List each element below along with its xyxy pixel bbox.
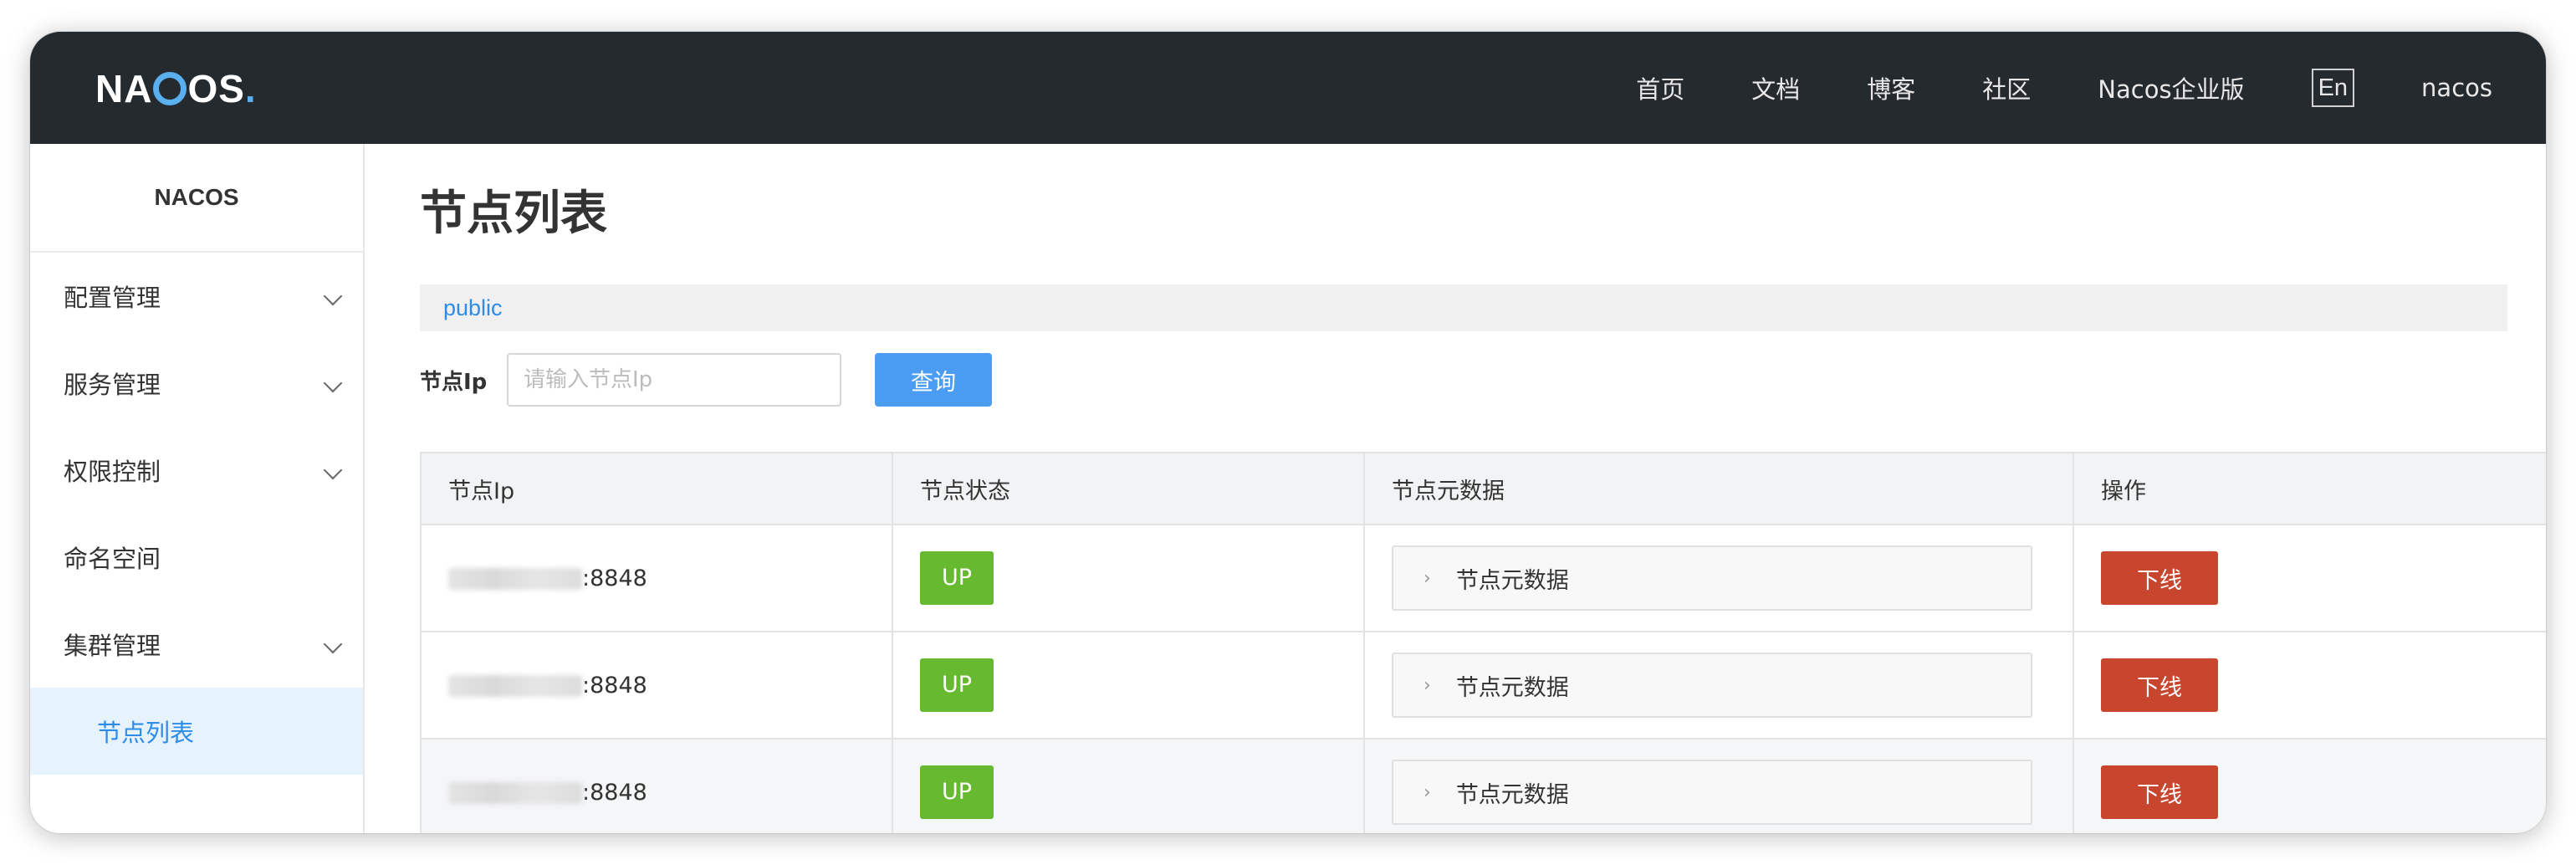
- sidebar-item-label: 命名空间: [64, 545, 161, 573]
- sidebar-item-node-list[interactable]: 节点列表: [30, 688, 363, 775]
- namespace-bar: public: [420, 284, 2507, 331]
- chevron-right-icon: ›: [1423, 781, 1431, 803]
- sidebar-title: NACOS: [30, 144, 363, 253]
- metadata-expander[interactable]: › 节点元数据: [1392, 653, 2032, 718]
- chevron-down-icon: [323, 634, 343, 654]
- metadata-expander[interactable]: › 节点元数据: [1392, 545, 2032, 611]
- nav-blog[interactable]: 博客: [1867, 70, 1915, 105]
- status-badge: UP: [920, 551, 994, 605]
- column-header-ip: 节点Ip: [420, 452, 893, 525]
- offline-button[interactable]: 下线: [2101, 551, 2218, 605]
- node-ip-cell: :8848: [420, 738, 893, 833]
- node-ip-cell: :8848: [420, 524, 893, 632]
- sidebar-item-label: 集群管理: [64, 632, 161, 660]
- table-row: :8848 UP › 节点元数据 下线: [420, 524, 2546, 632]
- metadata-label: 节点元数据: [1455, 674, 1569, 701]
- node-action-cell: 下线: [2073, 631, 2546, 740]
- chevron-right-icon: ›: [1423, 567, 1431, 589]
- sidebar-item-label: 配置管理: [64, 284, 161, 312]
- node-status-cell: UP: [892, 524, 1365, 632]
- sidebar-item-auth[interactable]: 权限控制: [30, 427, 363, 514]
- offline-button[interactable]: 下线: [2101, 658, 2218, 712]
- search-form: 节点Ip 查询: [420, 353, 2507, 407]
- node-action-cell: 下线: [2073, 738, 2546, 833]
- column-header-action: 操作: [2073, 452, 2546, 525]
- status-badge: UP: [920, 658, 994, 712]
- redacted-ip: [448, 568, 582, 590]
- chevron-down-icon: [323, 460, 343, 480]
- node-ip-port: :8848: [582, 672, 647, 699]
- metadata-label: 节点元数据: [1455, 781, 1569, 808]
- status-badge: UP: [920, 765, 994, 819]
- search-label: 节点Ip: [420, 369, 488, 395]
- logo-ring-icon: [153, 72, 187, 105]
- user-menu[interactable]: nacos: [2421, 74, 2492, 102]
- nav-docs[interactable]: 文档: [1751, 70, 1800, 105]
- nav-enterprise[interactable]: Nacos企业版: [2098, 70, 2244, 105]
- sidebar: NACOS 配置管理 服务管理 权限控制 命名空间 集群管理 节点列表: [30, 144, 365, 833]
- node-metadata-cell: › 节点元数据: [1363, 738, 2074, 833]
- sidebar-item-label: 服务管理: [64, 371, 161, 399]
- language-switch-button[interactable]: En: [2311, 69, 2355, 107]
- nacos-logo[interactable]: NA OS.: [95, 64, 257, 114]
- node-ip-port: :8848: [582, 565, 647, 591]
- column-header-metadata: 节点元数据: [1363, 452, 2074, 525]
- search-button[interactable]: 查询: [875, 353, 992, 407]
- offline-button[interactable]: 下线: [2101, 765, 2218, 819]
- node-table: 节点Ip 节点状态 节点元数据 操作 :8848 UP › 节点元数据 下线:…: [420, 452, 2546, 833]
- table-row: :8848 UP › 节点元数据 下线: [420, 738, 2546, 833]
- page-title: 节点列表: [420, 187, 607, 241]
- redacted-ip: [448, 782, 582, 804]
- table-row: :8848 UP › 节点元数据 下线: [420, 631, 2546, 740]
- top-navbar: NA OS. 首页 文档 博客 社区 Nacos企业版 En nacos: [30, 32, 2546, 144]
- table-header-row: 节点Ip 节点状态 节点元数据 操作: [420, 452, 2546, 525]
- node-action-cell: 下线: [2073, 524, 2546, 632]
- node-status-cell: UP: [892, 738, 1365, 833]
- chevron-down-icon: [323, 373, 343, 393]
- sidebar-item-label: 节点列表: [97, 719, 195, 747]
- node-ip-cell: :8848: [420, 631, 893, 740]
- node-ip-search-input[interactable]: [507, 353, 841, 407]
- top-nav: 首页 文档 博客 社区 Nacos企业版 En nacos: [1569, 32, 2492, 144]
- sidebar-item-label: 权限控制: [64, 458, 161, 486]
- node-metadata-cell: › 节点元数据: [1363, 631, 2074, 740]
- nav-home[interactable]: 首页: [1636, 70, 1684, 105]
- sidebar-item-service[interactable]: 服务管理: [30, 340, 363, 427]
- node-status-cell: UP: [892, 631, 1365, 740]
- column-header-status: 节点状态: [892, 452, 1365, 525]
- chevron-right-icon: ›: [1423, 674, 1431, 696]
- nav-community[interactable]: 社区: [1982, 70, 2031, 105]
- main-content: 节点列表 public 节点Ip 查询 节点Ip 节点状态 节点元数据 操作: [420, 144, 2546, 833]
- sidebar-item-config[interactable]: 配置管理: [30, 253, 363, 340]
- chevron-down-icon: [323, 286, 343, 306]
- node-metadata-cell: › 节点元数据: [1363, 524, 2074, 632]
- sidebar-item-cluster[interactable]: 集群管理: [30, 601, 363, 688]
- namespace-link[interactable]: public: [443, 295, 503, 321]
- metadata-expander[interactable]: › 节点元数据: [1392, 760, 2032, 825]
- node-ip-port: :8848: [582, 779, 647, 806]
- metadata-label: 节点元数据: [1455, 567, 1569, 594]
- app-window: NA OS. 首页 文档 博客 社区 Nacos企业版 En nacos NACO…: [30, 32, 2546, 833]
- sidebar-item-namespace[interactable]: 命名空间: [30, 514, 363, 601]
- redacted-ip: [448, 675, 582, 697]
